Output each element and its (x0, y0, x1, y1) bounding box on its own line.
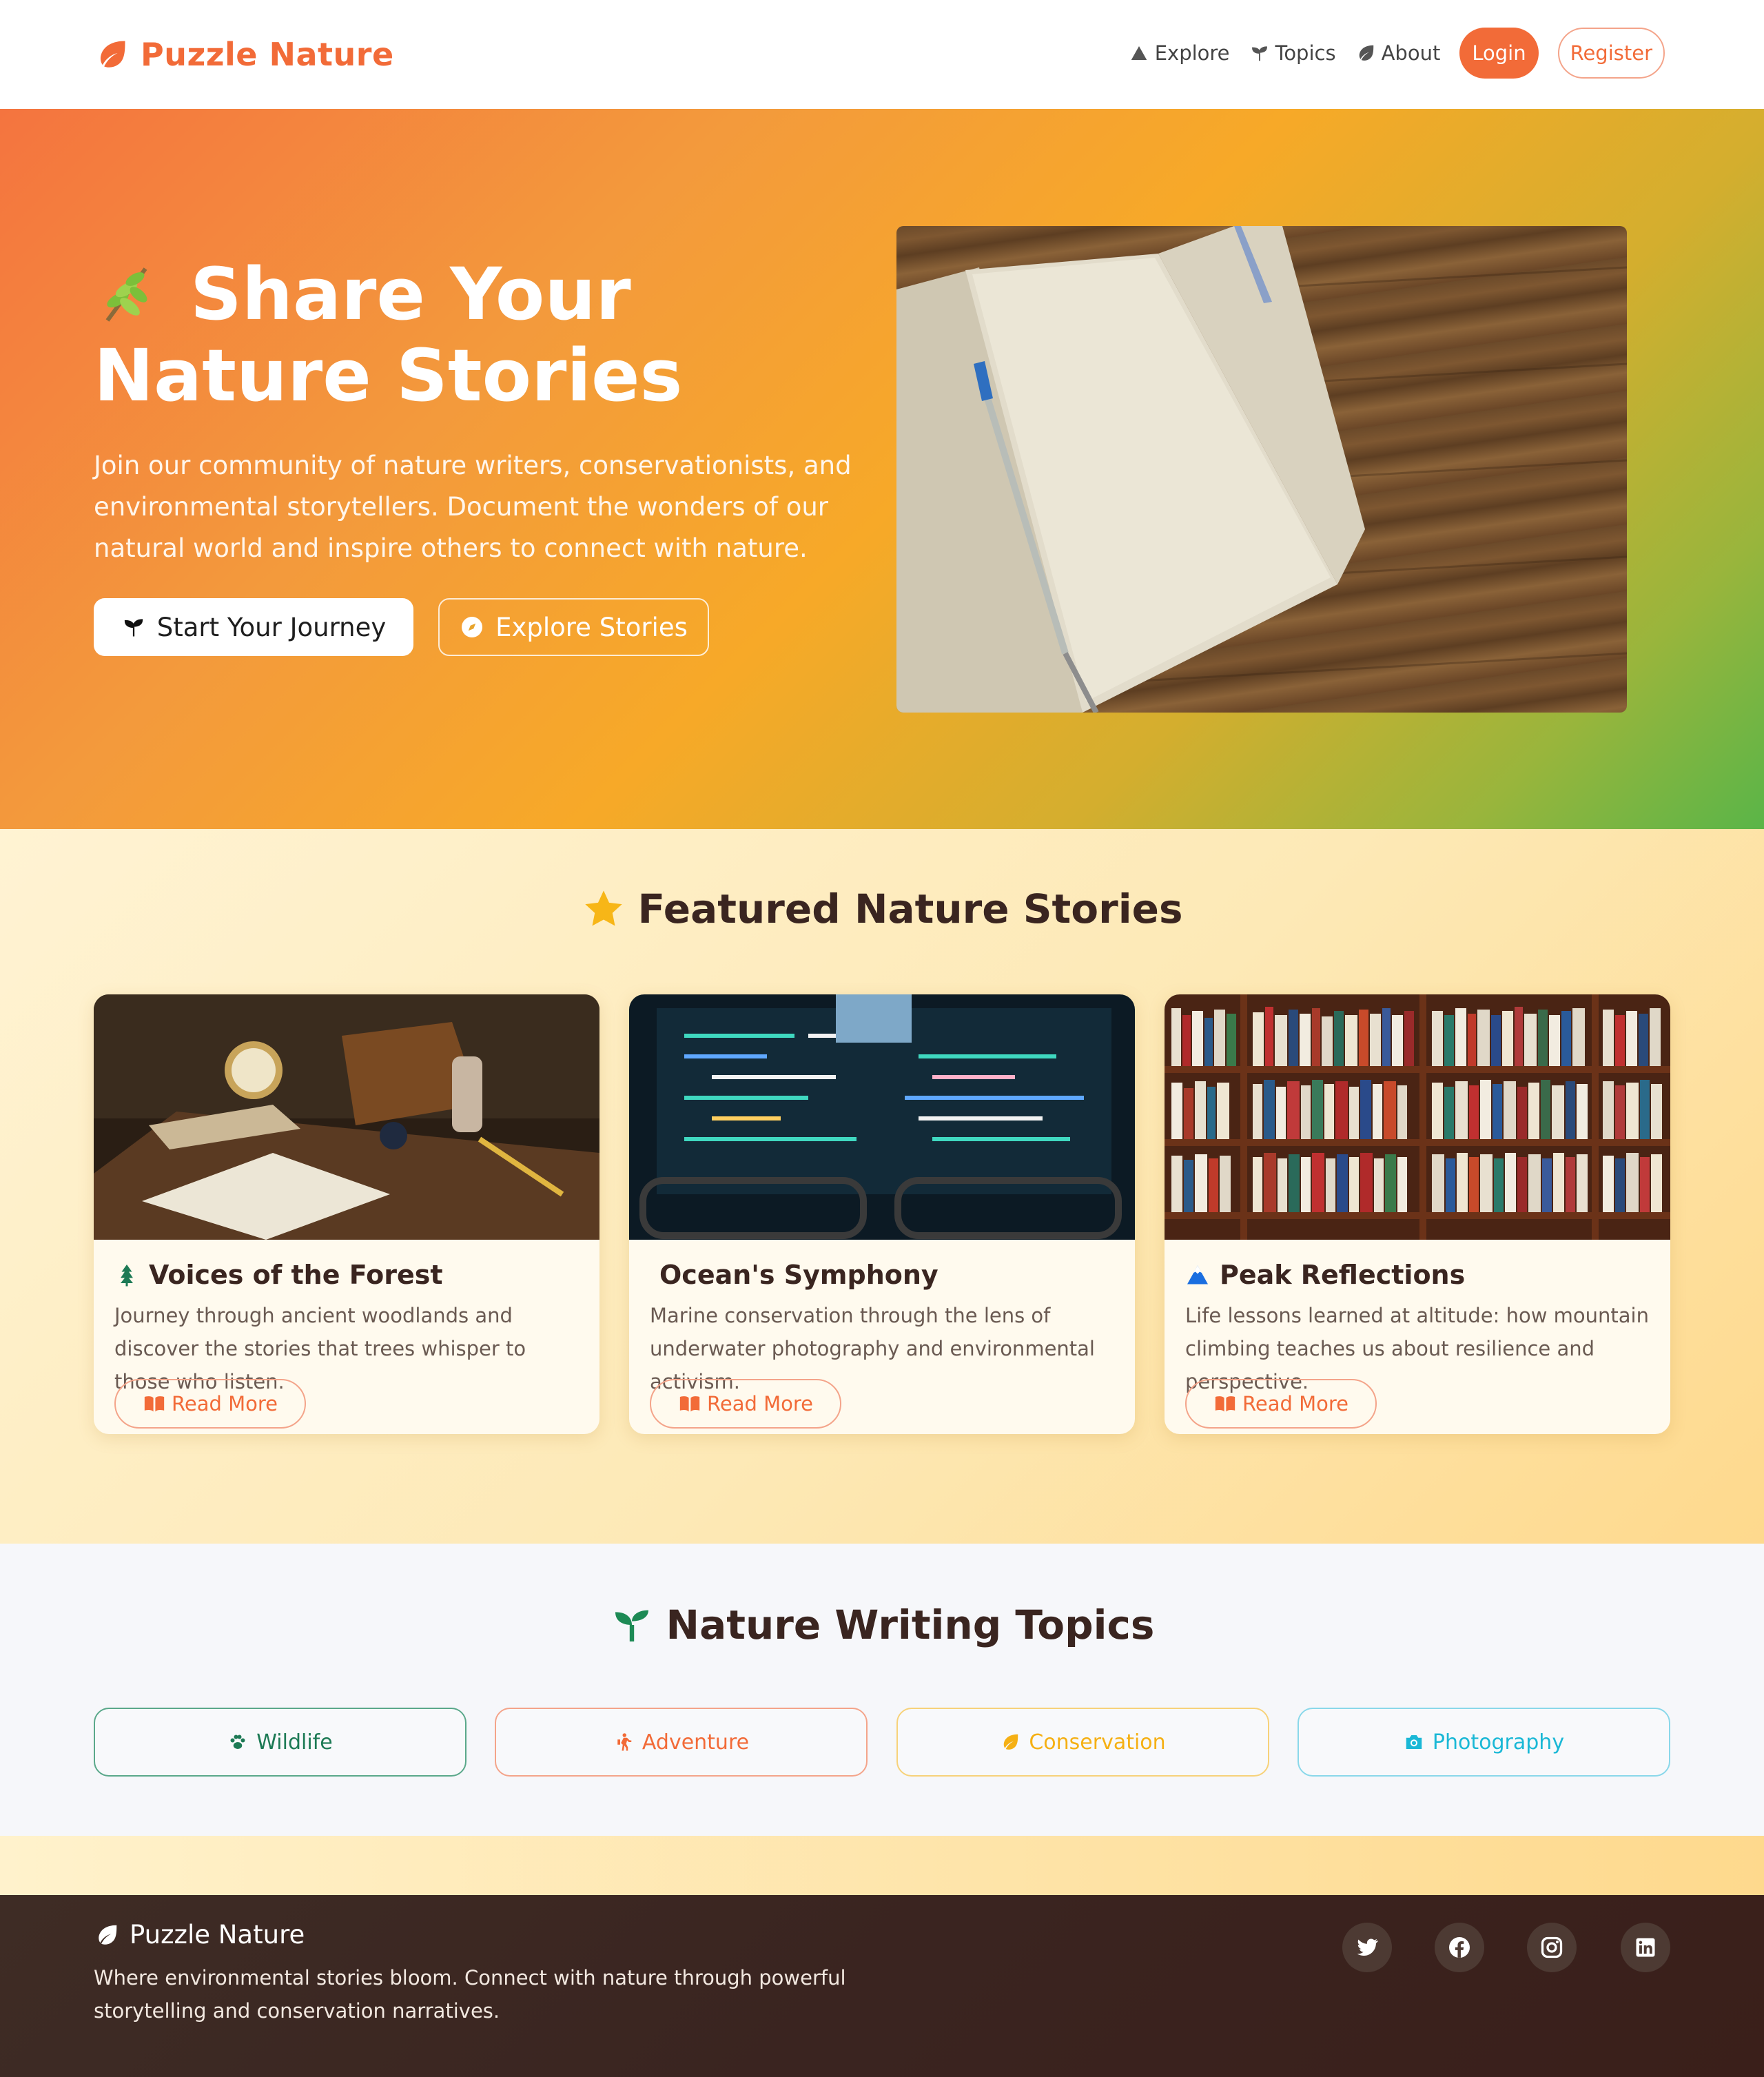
start-journey-button[interactable]: Start Your Journey (94, 598, 413, 656)
hero-title-text: Share Your Nature Stories (94, 252, 683, 418)
twitter-icon (1357, 1938, 1379, 1956)
read-more-label: Read More (172, 1392, 278, 1415)
story-card-title-text: Peak Reflections (1220, 1260, 1466, 1290)
read-more-label: Read More (707, 1392, 813, 1415)
story-card-title[interactable]: Voices of the Forest (114, 1260, 443, 1290)
decorative-band (0, 1836, 1764, 1895)
topic-photography-label: Photography (1432, 1730, 1565, 1754)
explore-stories-button[interactable]: Explore Stories (438, 598, 709, 656)
notebook-illustration (896, 226, 1627, 713)
topic-adventure-label: Adventure (642, 1730, 750, 1754)
navbar: Puzzle Nature Explore Topics About Login… (0, 0, 1764, 109)
story-card-image (629, 994, 1135, 1240)
footer-brand[interactable]: Puzzle Nature (94, 1920, 305, 1950)
hero-description: Join our community of nature writers, co… (94, 451, 852, 563)
start-journey-label: Start Your Journey (156, 612, 387, 642)
login-button[interactable]: Login (1459, 28, 1539, 79)
explore-stories-label: Explore Stories (495, 612, 688, 642)
footer: Puzzle Nature Where environmental storie… (0, 1895, 1764, 2077)
instagram-icon (1541, 1936, 1563, 1958)
nav-explore-label: Explore (1154, 41, 1230, 65)
twitter-link[interactable] (1342, 1923, 1392, 1972)
mountain-icon (1131, 46, 1147, 60)
compass-icon (462, 617, 483, 637)
topic-wildlife[interactable]: Wildlife (94, 1708, 466, 1777)
nav-explore[interactable]: Explore (1129, 41, 1230, 65)
nav-topics[interactable]: Topics (1249, 41, 1336, 65)
nav-about-label: About (1381, 41, 1441, 65)
read-more-button[interactable]: Read More (650, 1379, 841, 1429)
facebook-link[interactable] (1435, 1923, 1484, 1972)
topics-heading-text: Nature Writing Topics (666, 1602, 1155, 1648)
herb-icon (105, 267, 147, 322)
topic-conservation-label: Conservation (1029, 1730, 1166, 1754)
linkedin-icon (1636, 1938, 1655, 1957)
hero-section: Share Your Nature Stories Join our commu… (0, 109, 1764, 829)
story-card[interactable]: Ocean's Symphony Marine conservation thr… (629, 994, 1135, 1434)
leaf-icon (1359, 45, 1373, 61)
topics-section: Nature Writing Topics Wildlife Adventure… (0, 1544, 1764, 1836)
book-open-icon (679, 1396, 700, 1412)
linkedin-link[interactable] (1621, 1923, 1670, 1972)
book-open-icon (144, 1396, 165, 1412)
read-more-button[interactable]: Read More (1185, 1379, 1377, 1429)
story-card-title-text: Ocean's Symphony (659, 1260, 939, 1290)
story-card-image (94, 994, 599, 1240)
story-card-title-text: Voices of the Forest (149, 1260, 443, 1290)
topic-wildlife-label: Wildlife (256, 1730, 333, 1754)
seedling-icon (124, 619, 143, 637)
star-icon (584, 890, 622, 926)
instagram-link[interactable] (1527, 1923, 1577, 1972)
nav-links: Explore Topics About Login Register (1129, 28, 1665, 79)
leaf-icon (100, 41, 125, 68)
story-card[interactable]: Voices of the Forest Journey through anc… (94, 994, 599, 1434)
topic-adventure[interactable]: Adventure (495, 1708, 868, 1777)
read-more-button[interactable]: Read More (114, 1379, 306, 1429)
nav-topics-label: Topics (1275, 41, 1336, 65)
featured-heading-text: Featured Nature Stories (637, 886, 1183, 932)
facebook-icon (1449, 1937, 1470, 1958)
bookshelf-illustration (1165, 994, 1670, 1240)
featured-section: Featured Nature Stories Voices of the Fo… (0, 829, 1764, 1544)
book-open-icon (1215, 1396, 1235, 1412)
camera-icon (1406, 1735, 1422, 1749)
leaf-icon (1004, 1734, 1018, 1750)
brand-name: Puzzle Nature (141, 36, 394, 73)
read-more-label: Read More (1242, 1392, 1348, 1415)
hiking-icon (617, 1733, 632, 1751)
footer-description: Where environmental stories bloom. Conne… (94, 1966, 846, 2023)
code-screen-illustration (629, 994, 1135, 1240)
brand-logo[interactable]: Puzzle Nature (94, 33, 394, 76)
register-button[interactable]: Register (1557, 28, 1665, 79)
seedling-icon (615, 1610, 648, 1641)
topic-photography[interactable]: Photography (1298, 1708, 1670, 1777)
footer-brand-name: Puzzle Nature (130, 1920, 305, 1950)
topics-heading: Nature Writing Topics (0, 1602, 1764, 1648)
story-card-image (1165, 994, 1670, 1240)
leaf-icon (99, 1925, 117, 1945)
paw-icon (230, 1735, 245, 1749)
desk-illustration (94, 994, 599, 1240)
topic-conservation[interactable]: Conservation (896, 1708, 1269, 1777)
featured-heading: Featured Nature Stories (0, 886, 1764, 932)
hero-notebook-image (896, 226, 1627, 713)
nav-about[interactable]: About (1355, 41, 1441, 65)
seedling-icon (1251, 46, 1267, 61)
mountain-icon (1187, 1265, 1208, 1285)
hero-title: Share Your Nature Stories (94, 254, 886, 416)
story-card[interactable]: Peak Reflections Life lessons learned at… (1165, 994, 1670, 1434)
story-card-title[interactable]: Peak Reflections (1185, 1260, 1465, 1290)
story-card-title[interactable]: Ocean's Symphony (659, 1260, 939, 1290)
tree-icon (121, 1265, 133, 1287)
